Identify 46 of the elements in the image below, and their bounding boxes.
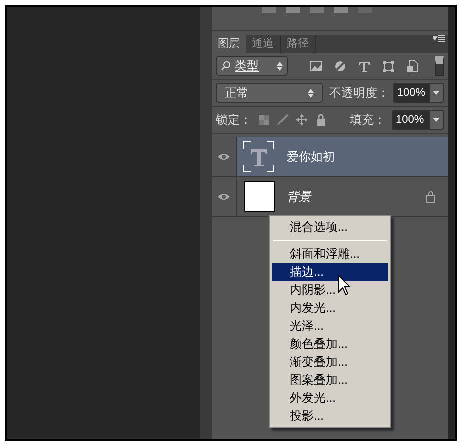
text-layer-thumbnail bbox=[243, 140, 275, 172]
adjustment-filter-icon[interactable] bbox=[334, 60, 347, 72]
layer-name: 爱你如初 bbox=[287, 148, 336, 166]
updown-icon bbox=[277, 62, 283, 70]
caret-icon bbox=[433, 118, 440, 122]
blend-mode-dropdown[interactable]: 正常 bbox=[216, 83, 324, 103]
opacity-label: 不透明度： bbox=[329, 85, 390, 102]
mouse-cursor-icon bbox=[338, 275, 352, 297]
caret-icon bbox=[433, 91, 440, 95]
filter-dropdown[interactable]: 类型 bbox=[216, 56, 288, 76]
lock-icon bbox=[426, 190, 436, 202]
menu-item[interactable]: 内发光... bbox=[272, 299, 388, 317]
panel-tab[interactable]: 图层 bbox=[212, 35, 246, 53]
lock-label: 锁定： bbox=[216, 112, 252, 129]
layer-row[interactable]: 爱你如初 bbox=[237, 137, 448, 176]
lock-icon[interactable] bbox=[315, 114, 327, 126]
transparency-lock-icon[interactable] bbox=[258, 114, 270, 126]
fill-field[interactable]: 100% bbox=[392, 110, 444, 130]
menu-item[interactable]: 图案叠加... bbox=[272, 371, 388, 389]
move-icon[interactable] bbox=[296, 114, 308, 126]
panel-tab[interactable]: 路径 bbox=[281, 35, 316, 53]
layer-row[interactable]: 背景 bbox=[237, 177, 448, 216]
menu-item[interactable]: 投影... bbox=[272, 407, 388, 425]
shape-filter-icon[interactable] bbox=[382, 60, 395, 72]
image-filter-icon[interactable] bbox=[310, 60, 323, 72]
menu-item[interactable]: 渐变叠加... bbox=[272, 353, 388, 371]
updown-icon bbox=[308, 88, 314, 98]
panel-tab[interactable]: 通道 bbox=[246, 35, 281, 53]
menu-item[interactable]: 外发光... bbox=[272, 389, 388, 407]
menu-item[interactable]: 混合选项... bbox=[272, 218, 388, 236]
type-filter-icon[interactable] bbox=[358, 60, 371, 72]
fill-label: 填充： bbox=[350, 112, 386, 129]
filter-toggle[interactable] bbox=[435, 56, 444, 76]
smart-object-filter-icon[interactable] bbox=[406, 60, 419, 72]
layer-name: 背景 bbox=[287, 188, 313, 206]
brush-icon[interactable] bbox=[277, 114, 289, 126]
menu-item[interactable]: 颜色叠加... bbox=[272, 335, 388, 353]
menu-item[interactable]: 内阴影... bbox=[272, 281, 388, 299]
menu-item[interactable]: 斜面和浮雕... bbox=[272, 245, 388, 263]
eye-icon[interactable] bbox=[218, 192, 230, 200]
layer-thumbnail bbox=[244, 181, 274, 212]
eye-icon[interactable] bbox=[218, 152, 230, 160]
menu-item[interactable]: 光泽... bbox=[272, 317, 388, 335]
opacity-field[interactable]: 100% bbox=[393, 83, 444, 103]
menu-item[interactable]: 描边... bbox=[272, 263, 388, 281]
search-icon bbox=[221, 61, 231, 71]
